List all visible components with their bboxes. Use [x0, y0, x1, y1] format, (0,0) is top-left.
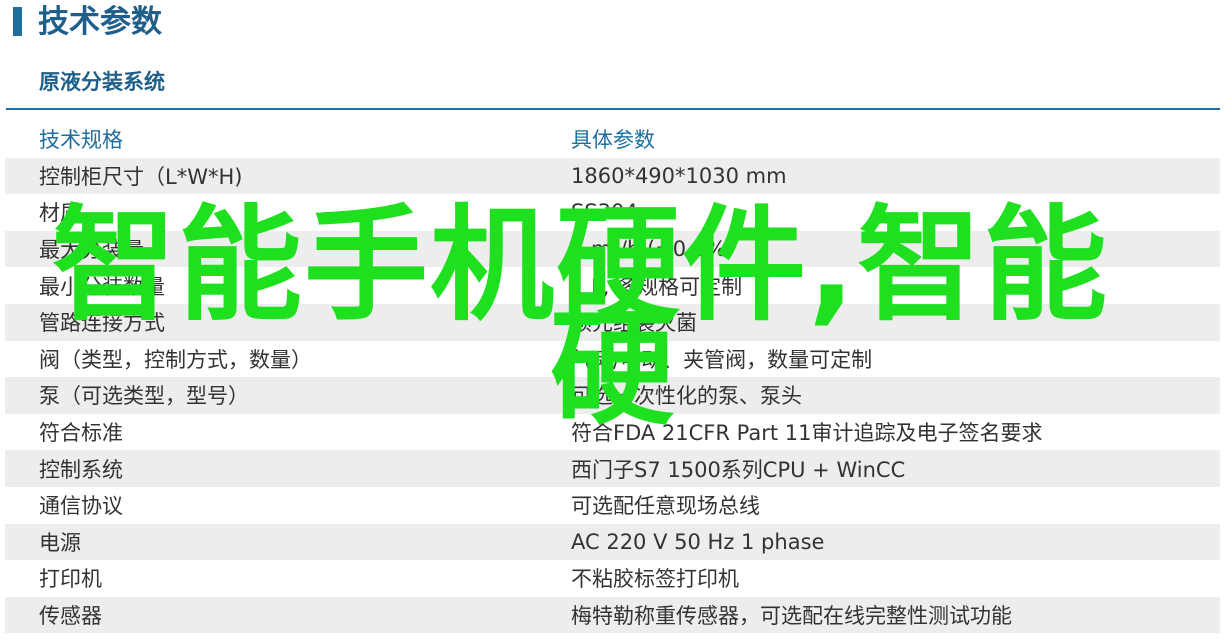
spec-value: 1 L, 多规格可定制 — [571, 274, 743, 299]
table-row: 通信协议 可选配任意现场总线 — [5, 487, 1220, 524]
spec-name: 最小分装数量 — [39, 274, 165, 299]
spec-value: 可选一次性化的泵、泵头 — [571, 384, 802, 409]
spec-value: 1860*490*1030 mm — [571, 163, 787, 188]
spec-value: 不粘胶标签打印机 — [571, 567, 739, 592]
spec-name: 打印机 — [39, 567, 102, 592]
table-row: 控制系统 西门子S7 1500系列CPU + WinCC — [5, 450, 1220, 487]
spec-table: 技术规格 具体参数 控制柜尺寸（L*W*H) 1860*490*1030 mm 材质… — [5, 121, 1220, 634]
spec-name: 管路连接方式 — [39, 311, 165, 336]
spec-value: SS304 — [571, 200, 638, 225]
spec-name: 阀（类型，控制方式，数量） — [39, 347, 312, 372]
table-row: 泵（可选类型，型号） 可选一次性化的泵、泵头 — [5, 377, 1220, 414]
table-row: 电源 AC 220 V 50 Hz 1 phase — [5, 523, 1220, 561]
divider — [6, 108, 1220, 110]
spec-name: 控制柜尺寸（L*W*H) — [39, 164, 243, 189]
spec-value: 西门子S7 1500系列CPU + WinCC — [571, 457, 906, 482]
table-header-row: 技术规格 具体参数 — [5, 121, 1220, 158]
column-header-value: 具体参数 — [571, 128, 655, 153]
spec-name: 最大分装量 — [39, 238, 144, 263]
spec-name: 传感器 — [39, 604, 102, 629]
spec-name: 泵（可选类型，型号） — [39, 384, 249, 409]
spec-value: 预先组装灭菌 — [571, 311, 697, 336]
table-row: 打印机 不粘胶标签打印机 — [5, 560, 1220, 597]
section-marker — [13, 7, 22, 36]
table-row: 管路连接方式 预先组装灭菌 — [5, 303, 1220, 341]
spec-value: 梅特勒称重传感器，可选配在线完整性测试功能 — [571, 604, 1012, 629]
spec-name: 控制系统 — [39, 457, 123, 482]
spec-name: 符合标准 — [39, 421, 123, 446]
page: 技术参数 原液分装系统 技术规格 具体参数 控制柜尺寸（L*W*H) 1860*4… — [0, 0, 1225, 641]
table-row: 材质 SS304 — [5, 194, 1220, 231]
section-title: 原液分装系统 — [39, 70, 165, 94]
column-header-spec: 技术规格 — [39, 128, 123, 153]
table-row: 传感器 梅特勒称重传感器，可选配在线完整性测试功能 — [5, 596, 1220, 634]
spec-value: 气动/电动、夹管阀，数量可定制 — [571, 347, 873, 372]
spec-name: 材质 — [39, 201, 81, 226]
spec-name: 电源 — [39, 530, 81, 555]
table-row: 最大分装量 5 m³/h (±0.5%) — [5, 230, 1220, 268]
table-row: 符合标准 符合FDA 21CFR Part 11审计追踪及电子签名要求 — [5, 414, 1220, 451]
spec-value: 5 m³/h (±0.5%) — [571, 237, 735, 262]
table-row: 控制柜尺寸（L*W*H) 1860*490*1030 mm — [5, 157, 1220, 195]
spec-value: AC 220 V 50 Hz 1 phase — [571, 529, 825, 554]
spec-name: 通信协议 — [39, 494, 123, 519]
spec-value: 符合FDA 21CFR Part 11审计追踪及电子签名要求 — [571, 421, 1043, 446]
spec-value: 可选配任意现场总线 — [571, 494, 760, 519]
page-title: 技术参数 — [38, 4, 162, 40]
table-row: 阀（类型，控制方式，数量） 气动/电动、夹管阀，数量可定制 — [5, 341, 1220, 378]
table-row: 最小分装数量 1 L, 多规格可定制 — [5, 267, 1220, 304]
